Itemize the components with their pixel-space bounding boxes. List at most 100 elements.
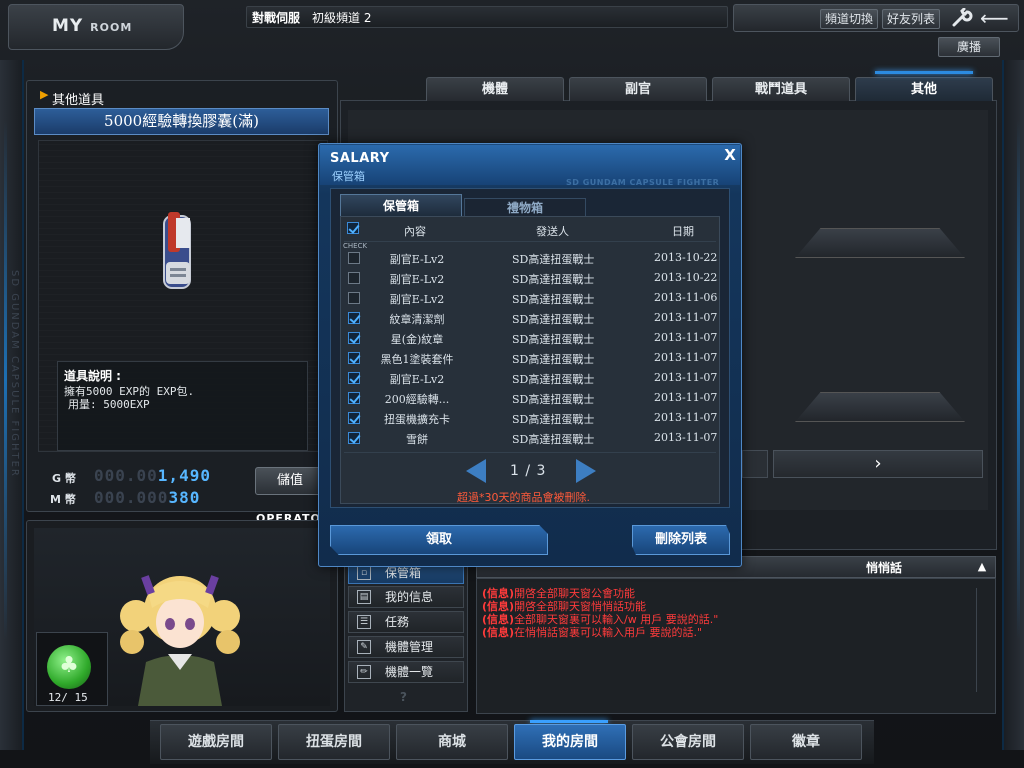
- cell-sender: SD高達扭蛋戰士: [512, 333, 595, 346]
- inventory-slot[interactable]: [795, 392, 965, 422]
- inventory-slot[interactable]: [795, 228, 965, 258]
- friend-list-button[interactable]: 好友列表: [882, 9, 940, 29]
- menu-item-mecha-list[interactable]: ✏ 機體一覽: [348, 661, 464, 683]
- nav-game-room[interactable]: 遊戲房間: [160, 724, 272, 760]
- chat-expand-icon[interactable]: ▲: [972, 560, 992, 576]
- cell-sender: SD高達扭蛋戰士: [512, 393, 595, 406]
- inventory-next-page-button[interactable]: ›: [773, 450, 983, 478]
- cell-content: 星(金)紋章: [390, 333, 444, 346]
- side-brand-text: SD GUNDAM CAPSULE FIGHTER: [9, 270, 20, 478]
- cell-sender: SD高達扭蛋戰士: [512, 273, 595, 286]
- tab-other[interactable]: 其他: [855, 77, 993, 101]
- cell-date: 2013-10-22: [654, 271, 718, 284]
- prev-page-icon[interactable]: [466, 459, 486, 483]
- exp-capsule-icon: [160, 206, 198, 298]
- item-name: 5000經驗轉換膠囊(滿): [34, 108, 329, 135]
- tab-officer[interactable]: 副官: [569, 77, 707, 101]
- menu-item-label: 我的信息: [385, 590, 434, 604]
- menu-item-label: 保管箱: [385, 566, 422, 580]
- recharge-button[interactable]: 儲值: [255, 467, 325, 495]
- menu-item-missions[interactable]: ☰ 任務: [348, 611, 464, 633]
- chat-scrollbar[interactable]: [976, 588, 990, 692]
- cell-content: 黑色1塗裝套件: [380, 353, 454, 366]
- tab-battle-items[interactable]: 戰鬥道具: [712, 77, 850, 101]
- server-name: 對戰伺服: [252, 11, 301, 25]
- active-nav-indicator: [530, 720, 608, 723]
- table-row[interactable]: 雪餅 SD高達扭蛋戰士 2013-11-07: [342, 429, 718, 449]
- chat-text: 在悄悄話窗裏可以輸入用戶 要說的話.": [514, 626, 703, 639]
- next-page-icon[interactable]: [576, 459, 596, 483]
- cell-sender: SD高達扭蛋戰士: [512, 373, 595, 386]
- inventory-scroll-stub: [742, 450, 768, 478]
- nav-shop[interactable]: 商城: [396, 724, 508, 760]
- dialog-subtitle: 保管箱: [332, 170, 365, 183]
- clover-icon: ♣: [47, 645, 91, 689]
- table-row[interactable]: 副官E-Lv2 SD高達扭蛋戰士 2013-11-06: [342, 289, 718, 309]
- cell-sender: SD高達扭蛋戰士: [512, 353, 595, 366]
- cell-sender: SD高達扭蛋戰士: [512, 293, 595, 306]
- dialog-title: SALARY: [330, 151, 390, 166]
- chat-message: (信息)在悄悄話窗裏可以輸入用戶 要說的話.": [482, 624, 702, 640]
- channel-switch-button[interactable]: 頻道切換: [820, 9, 878, 29]
- back-arrow-icon[interactable]: ⟵: [980, 8, 1009, 30]
- help-question-icon[interactable]: ?: [400, 690, 407, 704]
- stamina-counter: 12/ 15: [48, 691, 88, 704]
- cell-date: 2013-11-07: [654, 411, 718, 424]
- table-row[interactable]: 紋章清潔劑 SD高達扭蛋戰士 2013-11-07: [342, 309, 718, 329]
- g-coin-padding: 000.00: [94, 466, 158, 485]
- m-coin-value: 380: [168, 488, 201, 507]
- cell-date: 2013-11-06: [654, 291, 718, 304]
- cell-content: 副官E-Lv2: [389, 293, 445, 306]
- delete-list-button[interactable]: 刪除列表: [632, 525, 730, 555]
- receive-button[interactable]: 領取: [330, 525, 548, 555]
- settings-wrench-icon[interactable]: [950, 7, 974, 30]
- right-glow-line: [1017, 120, 1020, 640]
- cell-sender: SD高達扭蛋戰士: [512, 313, 595, 326]
- nav-gacha-room[interactable]: 扭蛋房間: [278, 724, 390, 760]
- list-edit-icon: ✏: [357, 665, 371, 679]
- m-coin-padding: 000.000: [94, 488, 169, 507]
- nav-guild-room[interactable]: 公會房間: [632, 724, 744, 760]
- m-coin-balance: 000.000380: [94, 488, 200, 507]
- cell-content: 紋章清潔劑: [389, 313, 445, 326]
- table-row[interactable]: 副官E-Lv2 SD高達扭蛋戰士 2013-10-22: [342, 249, 718, 269]
- cell-content: 200經驗轉...: [384, 393, 450, 406]
- active-tab-indicator: [875, 71, 973, 74]
- channel-name: 初級頻道 2: [312, 11, 372, 25]
- menu-item-label: 任務: [385, 615, 410, 629]
- cell-content: 雪餅: [406, 433, 428, 446]
- select-all-checkbox[interactable]: [347, 222, 359, 234]
- cell-sender: SD高達扭蛋戰士: [512, 433, 595, 446]
- cell-date: 2013-11-07: [654, 391, 718, 404]
- table-row[interactable]: 副官E-Lv2 SD高達扭蛋戰士 2013-11-07: [342, 369, 718, 389]
- table-row[interactable]: 200經驗轉... SD高達扭蛋戰士 2013-11-07: [342, 389, 718, 409]
- tab-storage-box[interactable]: 保管箱: [340, 194, 462, 216]
- table-row[interactable]: 星(金)紋章 SD高達扭蛋戰士 2013-11-07: [342, 329, 718, 349]
- menu-item-mecha-manage[interactable]: ✎ 機體管理: [348, 636, 464, 658]
- operator-character-portrait: [118, 570, 242, 706]
- column-header-sender: 發送人: [536, 225, 569, 238]
- table-row[interactable]: 扭蛋機擴充卡 SD高達扭蛋戰士 2013-11-07: [342, 409, 718, 429]
- close-icon[interactable]: X: [721, 146, 739, 164]
- chat-tab-whisper[interactable]: 悄悄話: [866, 559, 902, 576]
- description-title: 道具說明 :: [64, 369, 121, 383]
- table-row[interactable]: 副官E-Lv2 SD高達扭蛋戰士 2013-10-22: [342, 269, 718, 289]
- page-indicator: 1 / 3: [510, 463, 547, 479]
- menu-item-label: 機體管理: [385, 640, 434, 654]
- cell-date: 2013-11-07: [654, 351, 718, 364]
- tab-gift-box[interactable]: 禮物箱: [464, 198, 586, 216]
- document-icon: ☰: [357, 615, 371, 629]
- section-arrow-icon: ▶: [40, 88, 49, 101]
- menu-item-my-info[interactable]: ▤ 我的信息: [348, 586, 464, 608]
- cell-content: 副官E-Lv2: [389, 273, 445, 286]
- column-header-date: 日期: [672, 225, 694, 238]
- table-row[interactable]: 黑色1塗裝套件 SD高達扭蛋戰士 2013-11-07: [342, 349, 718, 369]
- tab-mecha[interactable]: 機體: [426, 77, 564, 101]
- right-frame-edge: [1002, 60, 1024, 750]
- my-room-logo: MY ROOM: [52, 16, 132, 36]
- header-divider: [344, 241, 716, 242]
- nav-my-room[interactable]: 我的房間: [514, 724, 626, 760]
- logo-sub: ROOM: [90, 21, 133, 34]
- broadcast-button[interactable]: 廣播: [938, 37, 1000, 57]
- nav-emblem[interactable]: 徽章: [750, 724, 862, 760]
